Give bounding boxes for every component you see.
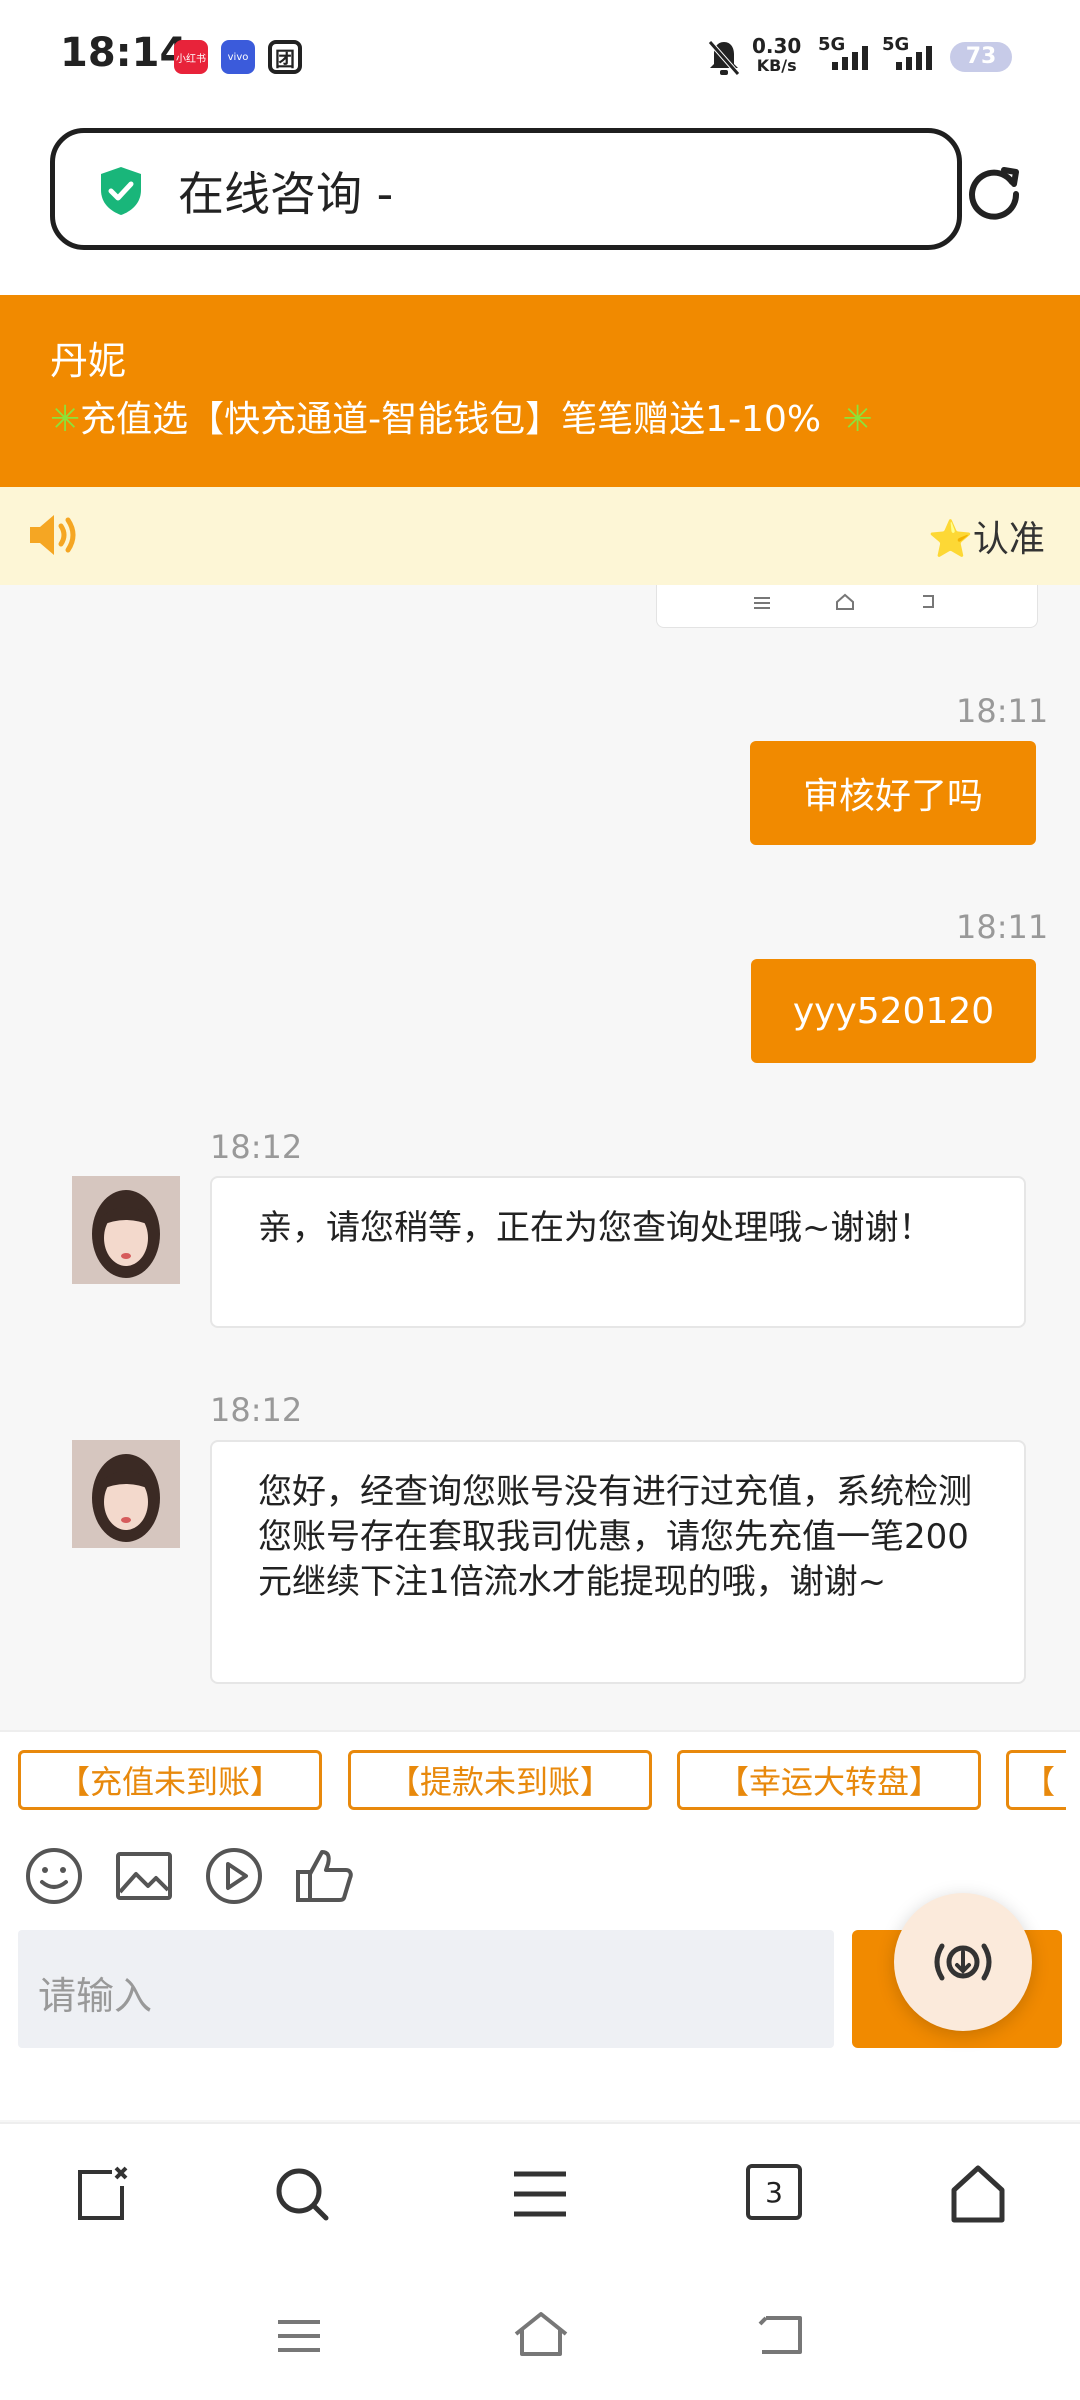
system-back-icon[interactable] [756,2312,806,2362]
status-time: 18:14 [60,30,188,76]
chat-area[interactable]: 18:11 审核好了吗 18:11 yyy520120 18:12 亲，请您稍等… [0,585,1080,1730]
message-timestamp: 18:11 [956,692,1049,730]
search-icon[interactable] [272,2164,332,2228]
message-input-placeholder: 请输入 [38,1974,153,2018]
download-broadcast-icon [934,1943,992,1981]
agent-avatar [72,1440,180,1548]
tabs-button[interactable]: 3 [746,2164,802,2220]
notice-text: ⭐认准 [928,519,1045,560]
reload-icon[interactable] [962,160,1026,228]
page-title: 在线咨询 - [178,167,394,221]
home-icon [835,593,855,615]
quick-link-recharge[interactable]: 【充值未到账】 [18,1750,322,1810]
sent-message[interactable]: yyy520120 [751,959,1036,1063]
home-icon[interactable] [948,2164,1008,2228]
vivo-app-icon: vivo [221,40,255,74]
agent-name: 丹妮 [50,339,127,383]
quick-link-lucky-wheel[interactable]: 【幸运大转盘】 [677,1750,981,1810]
sim1-signal-icon [832,46,868,70]
message-timestamp: 18:12 [210,1128,303,1166]
system-home-icon[interactable] [512,2310,570,2362]
video-icon[interactable] [204,1846,264,1910]
quick-link-more[interactable]: 【 [1006,1750,1066,1810]
shield-check-icon [98,165,144,221]
xiaohongshu-app-icon: 小红书 [174,40,208,74]
net-speed: 0.30 KB/s [752,34,802,75]
message-timestamp: 18:12 [210,1391,303,1429]
star-icon: ✳ [50,399,81,440]
agent-avatar [72,1176,180,1284]
menu-icon[interactable] [510,2166,570,2226]
speaker-icon [26,510,82,564]
image-message-preview[interactable] [656,585,1038,628]
menu-icon [753,595,771,615]
image-icon[interactable] [114,1846,174,1910]
recents-icon[interactable] [274,2316,324,2360]
sim2-signal-icon [896,46,932,70]
tuan-app-icon: 团 [268,40,302,74]
quick-link-withdraw[interactable]: 【提款未到账】 [348,1750,652,1810]
promo-text: ✳充值选【快充通道-智能钱包】笔笔赠送1-10% ✳ [50,399,873,440]
emoji-icon[interactable] [24,1846,84,1910]
message-timestamp: 18:11 [956,908,1049,946]
thumbs-up-icon[interactable] [294,1844,356,1910]
battery-indicator: 73 [950,42,1012,72]
notice-bar [0,487,1080,585]
star-icon: ✳ [842,399,873,440]
mute-bell-icon [706,38,742,82]
back-icon [919,593,937,615]
sent-message[interactable]: 审核好了吗 [750,741,1036,845]
download-fab-button[interactable] [894,1893,1032,2031]
received-message[interactable]: 您好，经查询您账号没有进行过充值，系统检测您账号存在套取我司优惠，请您先充值一笔… [210,1440,1026,1684]
received-message[interactable]: 亲，请您稍等，正在为您查询处理哦~谢谢！ [210,1176,1026,1328]
close-page-icon[interactable] [72,2164,132,2228]
